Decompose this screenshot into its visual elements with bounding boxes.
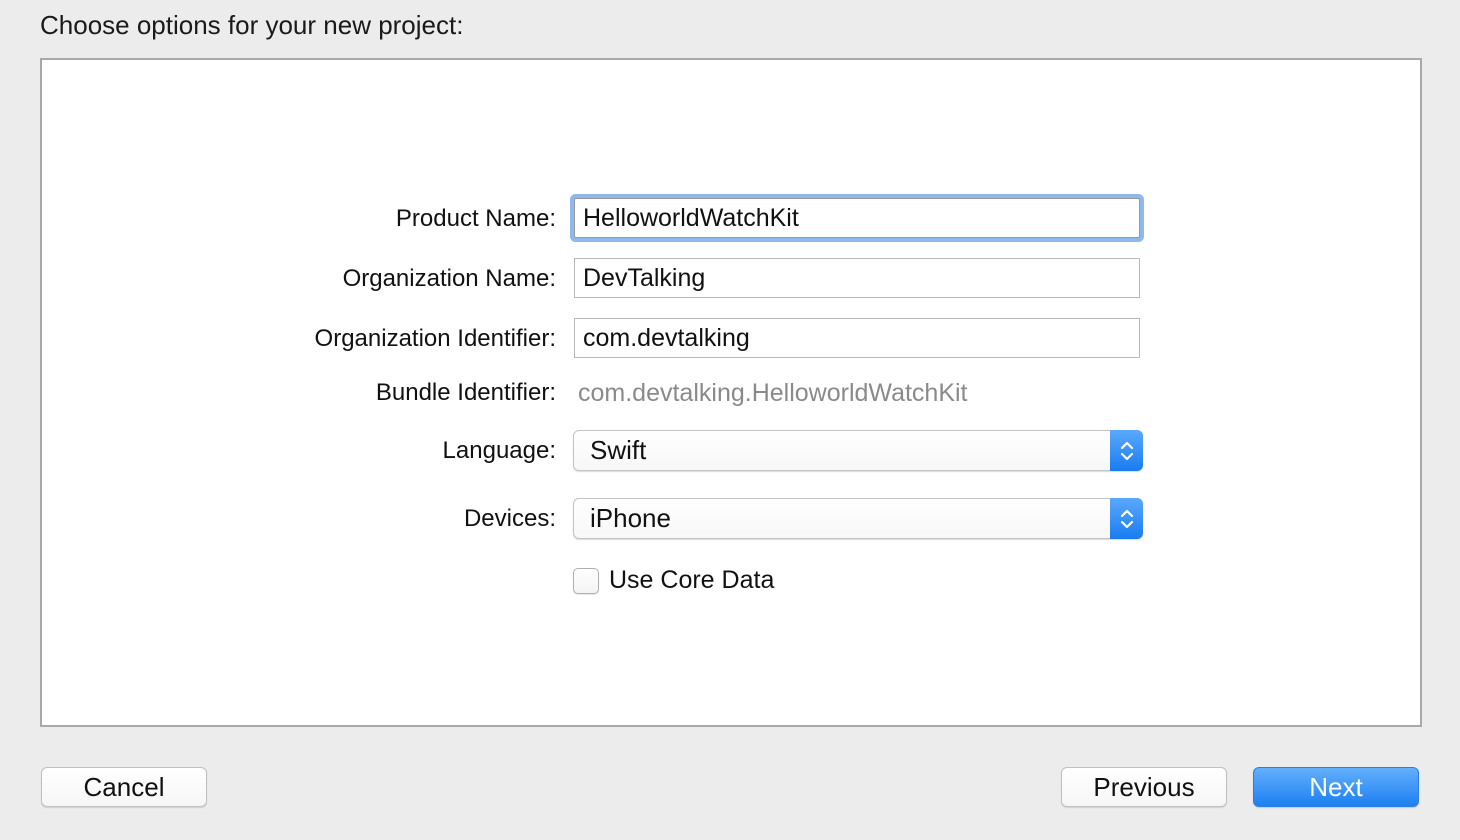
page-title: Choose options for your new project: (40, 10, 464, 40)
bundle-identifier-label: Bundle Identifier: (375, 379, 556, 406)
bundle-identifier-value: com.devtalking.HelloworldWatchKit (578, 379, 968, 407)
language-popup-value: Swift (590, 435, 647, 465)
updown-arrows-icon (1110, 430, 1143, 471)
devices-popup[interactable]: iPhone (573, 498, 1143, 539)
cancel-button[interactable]: Cancel (41, 767, 207, 807)
updown-arrows-icon (1110, 498, 1143, 539)
organization-name-label: Organization Name: (342, 265, 556, 292)
product-name-field[interactable] (574, 198, 1140, 238)
organization-identifier-field[interactable] (574, 318, 1140, 358)
previous-button[interactable]: Previous (1061, 767, 1227, 807)
use-core-data-label[interactable]: Use Core Data (609, 566, 774, 595)
use-core-data-row: Use Core Data (573, 566, 774, 595)
product-name-label: Product Name: (395, 205, 556, 232)
language-popup[interactable]: Swift (573, 430, 1143, 471)
use-core-data-checkbox[interactable] (573, 567, 599, 594)
organization-identifier-label: Organization Identifier: (314, 325, 556, 352)
language-label: Language: (442, 437, 556, 464)
devices-popup-value: iPhone (590, 503, 671, 533)
organization-name-field[interactable] (574, 258, 1140, 298)
devices-label: Devices: (463, 505, 556, 532)
next-button[interactable]: Next (1253, 767, 1419, 807)
